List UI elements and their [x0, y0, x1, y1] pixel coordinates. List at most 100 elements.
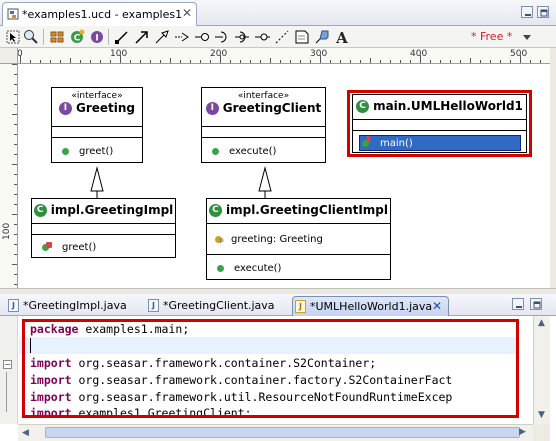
implemented-method-icon [42, 242, 52, 252]
zoom-tool-icon[interactable] [22, 28, 40, 46]
diagram-vertical-scrollbar[interactable] [550, 48, 556, 288]
scroll-down-icon[interactable]: ▼ [538, 410, 545, 420]
ruler-tick [300, 60, 301, 63]
ruler-tick [220, 55, 221, 63]
class-tool-icon[interactable]: C [68, 28, 86, 46]
attributes-compartment [202, 127, 325, 138]
vertical-ruler: 100 200 [0, 64, 18, 340]
ruler-tick [330, 60, 331, 63]
horizontal-scroll-thumb[interactable] [45, 427, 520, 438]
ruler-tick [510, 60, 511, 63]
greeting-client-impl-class[interactable]: Cimpl.GreetingClientImpl p greeting: Gre… [206, 198, 391, 280]
generalization-tool-icon[interactable] [153, 28, 171, 46]
realization-tool-icon[interactable] [193, 28, 211, 46]
ruler-label: 100 [110, 49, 128, 59]
ruler-tick [50, 60, 51, 63]
palette-menu-icon[interactable] [518, 28, 536, 46]
realization-arrowhead [258, 166, 272, 192]
ruler-tick [14, 74, 17, 75]
ruler-tick [12, 114, 17, 115]
ruler-tick [540, 60, 541, 63]
maximize-button[interactable] [530, 298, 542, 310]
fold-toggle-icon[interactable]: − [3, 360, 12, 369]
greeting-interface[interactable]: «interface» I Greeting greet() [51, 87, 143, 163]
tab-greeting-impl[interactable]: J *GreetingImpl.java [6, 296, 136, 316]
association-tool-icon[interactable] [113, 28, 131, 46]
minimize-button[interactable] [521, 6, 533, 18]
operation-row[interactable]: execute() [202, 138, 325, 164]
ruler-label: 300 [310, 49, 328, 59]
ruler-tick [14, 154, 17, 155]
ruler-tick [12, 164, 17, 165]
ruler-tick [440, 60, 441, 63]
private-field-icon: p [215, 234, 225, 244]
diagram-tab-label: *examples1.ucd - examples1 [22, 8, 183, 21]
ruler-tick [210, 60, 211, 63]
selected-operation-row[interactable]: S main() [359, 135, 521, 151]
scroll-right-icon[interactable]: ▶ [519, 427, 526, 437]
attributes-compartment [52, 127, 142, 138]
diagram-canvas[interactable]: «interface» I Greeting greet() «interface… [19, 65, 550, 288]
ruler-tick [180, 60, 181, 63]
select-tool-icon[interactable] [4, 28, 22, 46]
ruler-tick [20, 55, 21, 63]
ruler-tick [150, 60, 151, 63]
required-interface-tool-icon[interactable] [213, 28, 231, 46]
class-icon: C [356, 99, 370, 113]
public-method-icon [212, 147, 219, 155]
ruler-tick [14, 104, 17, 105]
maximize-button[interactable] [537, 6, 549, 18]
interface-tool-icon[interactable]: I [88, 28, 106, 46]
generalization-arrowhead [90, 166, 104, 192]
editor-vertical-scrollbar[interactable]: ▲ ▼ [533, 316, 550, 424]
svg-text:I: I [95, 34, 98, 44]
java-editor-tab-bar: J *GreetingImpl.java J *GreetingClient.j… [0, 294, 556, 317]
ruler-tick [120, 55, 121, 63]
ruler-tick [470, 58, 471, 63]
attribute-row[interactable]: p greeting: Greeting [207, 224, 390, 255]
close-icon[interactable]: ✕ [182, 6, 192, 20]
close-icon[interactable]: ✕ [432, 299, 442, 313]
minimize-button[interactable] [512, 298, 524, 310]
provided-interface-tool-icon[interactable] [233, 28, 251, 46]
operation-row[interactable]: greet() [52, 138, 142, 164]
public-method-icon [217, 264, 224, 272]
ruler-tick [480, 60, 481, 63]
operation-row[interactable]: execute() [207, 255, 390, 281]
ruler-tick [12, 64, 17, 65]
ruler-tick [340, 60, 341, 63]
stereotype-label: «interface» [71, 91, 123, 101]
interface-icon: I [58, 101, 72, 115]
package-tool-icon[interactable] [48, 28, 66, 46]
java-file-icon: J [295, 300, 306, 313]
ruler-tick [14, 234, 17, 235]
diagram-editor-tab[interactable]: *examples1.ucd - examples1 ✕ [2, 2, 197, 26]
ruler-tick [530, 60, 531, 63]
ruler-tick [500, 60, 501, 63]
ruler-tick [250, 60, 251, 63]
dependency-tool-icon[interactable] [173, 28, 191, 46]
ruler-tick [130, 60, 131, 63]
scroll-corner: ▶ [519, 424, 550, 441]
scroll-up-icon[interactable]: ▲ [538, 318, 545, 328]
dashed-line-tool-icon[interactable] [273, 28, 291, 46]
tab-greeting-client[interactable]: J *GreetingClient.java [146, 296, 286, 316]
ruler-tick [240, 60, 241, 63]
scroll-left-icon[interactable]: ◀ [22, 428, 29, 438]
greeting-impl-class[interactable]: Cimpl.GreetingImpl greet() [31, 198, 176, 258]
ruler-tick [280, 60, 281, 63]
connector-tool-icon[interactable] [253, 28, 271, 46]
ruler-tick [40, 60, 41, 63]
tab-uml-hello-world[interactable]: J *UMLHelloWorld1.java ✕ [292, 296, 449, 317]
operation-row[interactable]: greet() [32, 235, 175, 259]
ruler-tick [14, 274, 17, 275]
ruler-tick [460, 60, 461, 63]
note-tool-icon[interactable] [293, 28, 311, 46]
note-link-tool-icon[interactable] [313, 28, 331, 46]
ruler-tick [60, 60, 61, 63]
hello-world-class[interactable]: Cmain.UMLHelloWorld1 S main() [352, 94, 527, 153]
text-tool-icon[interactable]: A [333, 28, 351, 46]
greeting-client-interface[interactable]: «interface» I GreetingClient execute() [201, 87, 326, 163]
directed-association-tool-icon[interactable] [133, 28, 151, 46]
diagram-file-icon [7, 8, 19, 20]
